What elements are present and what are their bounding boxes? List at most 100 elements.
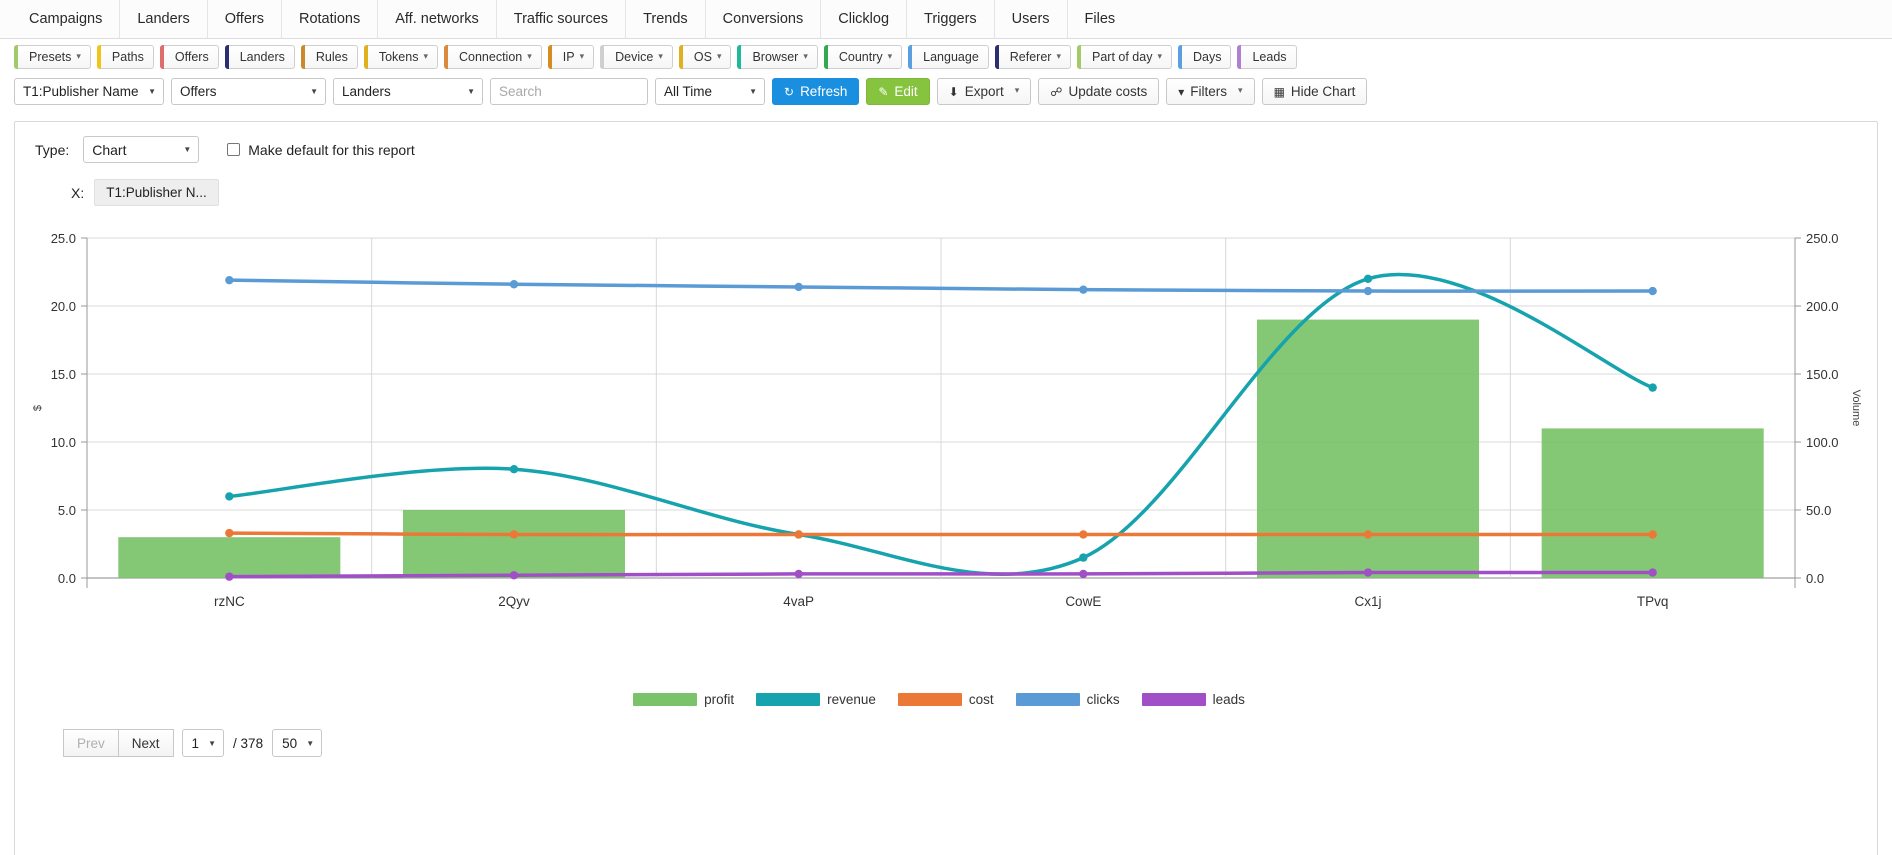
group-by-3-select[interactable]: Landers xyxy=(333,78,483,105)
filter-button-offers[interactable]: Offers xyxy=(159,45,219,69)
filter-button-label: Part of day xyxy=(1092,50,1153,64)
x-axis-category-label: Cx1j xyxy=(1354,594,1381,609)
hide-chart-button[interactable]: ▦ Hide Chart xyxy=(1261,78,1368,105)
nav-item-rotations[interactable]: Rotations xyxy=(280,0,377,38)
filter-button-referer[interactable]: Referer ▾ xyxy=(994,45,1071,69)
legend-item-revenue[interactable]: revenue xyxy=(756,692,876,707)
chart-svg: 0.0 5.0 10.0 15.0 20.0 25.0 0.0 50.0 100.0 150.0 2… xyxy=(32,231,1862,609)
x-axis-dimension-chip[interactable]: T1:Publisher N... xyxy=(94,179,219,206)
filter-color-bar xyxy=(1077,45,1081,69)
chart-point-revenue xyxy=(225,492,234,501)
y2-axis-tick-label: 150.0 xyxy=(1806,367,1839,382)
nav-item-clicklog[interactable]: Clicklog xyxy=(820,0,906,38)
chart-type-select[interactable]: Chart xyxy=(83,136,200,163)
legend-swatch xyxy=(1015,693,1080,706)
filter-color-bar xyxy=(737,45,742,69)
chart-point-leads xyxy=(794,569,803,579)
make-default-checkbox-wrapper[interactable]: Make default for this report xyxy=(227,142,415,158)
x-axis-category-label: rzNC xyxy=(214,594,245,609)
filter-color-bar xyxy=(444,45,448,69)
chart-bar xyxy=(118,537,341,578)
update-costs-button[interactable]: ☍ Update costs xyxy=(1038,78,1160,105)
chart-point-cost xyxy=(225,528,234,538)
filter-color-bar xyxy=(224,45,229,69)
legend-item-profit[interactable]: profit xyxy=(633,692,734,707)
filter-button-os[interactable]: OS ▾ xyxy=(678,45,732,69)
make-default-checkbox[interactable] xyxy=(227,143,241,156)
next-page-button[interactable]: Next xyxy=(117,729,174,757)
nav-item-files[interactable]: Files xyxy=(1066,0,1133,38)
page-number-select[interactable]: 1 xyxy=(181,729,225,757)
nav-item-traffic-sources[interactable]: Traffic sources xyxy=(495,0,625,38)
filter-button-ip[interactable]: IP ▾ xyxy=(547,45,595,69)
y-axis-tick-label: 0.0 xyxy=(58,571,76,586)
chart-point-clicks xyxy=(509,280,519,289)
filter-button-tokens[interactable]: Tokens ▾ xyxy=(363,45,438,69)
filter-button-country[interactable]: Country ▾ xyxy=(823,45,903,69)
y-axis-tick-label: 25.0 xyxy=(51,231,76,246)
filter-button-rules[interactable]: Rules xyxy=(300,45,358,69)
filter-button-label: Country xyxy=(838,50,883,64)
group-by-1-select[interactable]: T1:Publisher Name xyxy=(14,78,164,105)
legend-label: profit xyxy=(704,692,735,707)
chart-point-leads xyxy=(509,571,519,580)
filter-button-label: Tokens xyxy=(378,50,419,64)
filter-button-language[interactable]: Language xyxy=(908,45,989,69)
filter-button-days[interactable]: Days xyxy=(1177,45,1232,69)
legend-item-leads[interactable]: leads xyxy=(1141,692,1245,707)
filter-button-label: Days xyxy=(1192,50,1222,64)
legend-item-cost[interactable]: cost xyxy=(897,692,994,707)
chart-point-revenue xyxy=(509,465,519,474)
nav-item-campaigns[interactable]: Campaigns xyxy=(12,0,119,38)
make-default-label: Make default for this report xyxy=(248,141,415,158)
group-by-2-select[interactable]: Offers xyxy=(171,78,326,105)
filter-button-leads[interactable]: Leads xyxy=(1237,45,1297,69)
x-axis-label: X: xyxy=(71,184,85,201)
x-axis-category-label: 2Qyv xyxy=(498,594,530,609)
search-input[interactable] xyxy=(490,78,648,105)
export-button[interactable]: ⬇ Export ▾ xyxy=(936,78,1032,105)
nav-item-conversions[interactable]: Conversions xyxy=(704,0,821,38)
filter-button-label: Landers xyxy=(239,50,285,64)
x-axis-row: X: T1:Publisher N... xyxy=(15,163,1877,206)
filter-button-label: Paths xyxy=(111,50,144,64)
nav-item-trends[interactable]: Trends xyxy=(625,0,705,38)
prev-page-button[interactable]: Prev xyxy=(63,729,119,757)
filter-button-device[interactable]: Device ▾ xyxy=(600,45,673,69)
chevron-down-icon: ▾ xyxy=(1157,50,1162,61)
chart-point-leads xyxy=(1079,569,1088,579)
page-size-select[interactable]: 50 xyxy=(272,729,323,757)
filter-button-part-of-day[interactable]: Part of day ▾ xyxy=(1077,45,1172,69)
legend-item-clicks[interactable]: clicks xyxy=(1015,692,1120,707)
nav-item-landers[interactable]: Landers xyxy=(119,0,206,38)
nav-item-offers[interactable]: Offers xyxy=(206,0,281,38)
chart-point-leads xyxy=(1363,568,1373,577)
edit-button[interactable]: ✎ Edit xyxy=(866,78,930,105)
chart-point-revenue xyxy=(1648,383,1657,392)
chevron-down-icon: ▾ xyxy=(658,50,663,61)
y-axis-tick-label: 20.0 xyxy=(51,299,76,314)
chart-line-cost xyxy=(227,531,1655,537)
chart-point-clicks xyxy=(794,282,803,292)
filter-button-connection[interactable]: Connection ▾ xyxy=(444,45,542,69)
chart-type-row: Type: Chart Make default for this report xyxy=(15,122,1877,163)
filter-button-browser[interactable]: Browser ▾ xyxy=(737,45,818,69)
refresh-button[interactable]: ↻ Refresh xyxy=(772,78,860,105)
filter-button-label: Browser xyxy=(752,50,799,64)
edit-button-label: Edit xyxy=(894,84,918,99)
filters-button[interactable]: ▾ Filters ▾ xyxy=(1166,78,1255,105)
date-range-select[interactable]: All Time xyxy=(655,78,765,105)
legend-swatch xyxy=(633,693,698,706)
nav-item-triggers[interactable]: Triggers xyxy=(906,0,994,38)
filter-button-presets[interactable]: Presets ▾ xyxy=(14,45,91,69)
y2-axis-tick-label: 200.0 xyxy=(1806,299,1839,314)
filter-button-landers[interactable]: Landers xyxy=(224,45,295,69)
chevron-down-icon: ▾ xyxy=(1056,50,1061,61)
filter-button-paths[interactable]: Paths xyxy=(96,45,154,69)
nav-item-users[interactable]: Users xyxy=(993,0,1067,38)
filters-button-label: Filters xyxy=(1190,84,1228,99)
y2-axis-tick-label: 100.0 xyxy=(1806,435,1839,450)
nav-item-aff-networks[interactable]: Aff. networks xyxy=(377,0,496,38)
filter-color-bar xyxy=(908,45,913,69)
main-navigation: Campaigns Landers Offers Rotations Aff. … xyxy=(0,0,1892,39)
